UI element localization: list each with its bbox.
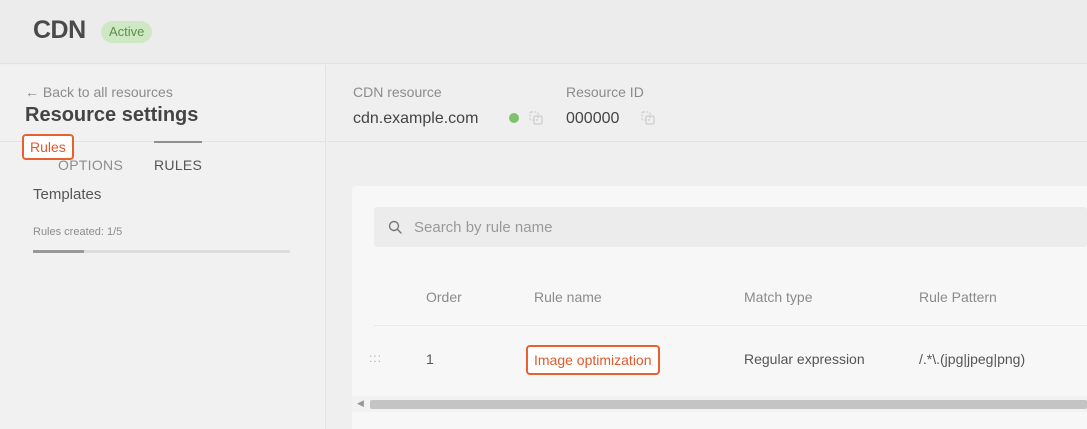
rule-match-type: Regular expression (744, 351, 865, 367)
horizontal-scrollbar[interactable]: ◀ (352, 396, 1087, 412)
drag-handle-icon[interactable]: ::: (369, 351, 382, 365)
status-badge: Active (101, 21, 153, 43)
search-icon (388, 220, 402, 234)
resource-id-value: 000000 (566, 110, 620, 127)
page-title: Resource settings (25, 104, 199, 126)
rules-created-count: Rules created: 1/5 (33, 226, 123, 238)
rule-pattern: /.*\.(jpg|jpeg|png) (919, 351, 1026, 367)
search-box (374, 207, 1087, 247)
rule-order: 1 (426, 351, 434, 367)
app-header: CDN Active (0, 0, 1087, 64)
app-title: CDN (33, 16, 86, 44)
cdn-resource-value: cdn.example.com (353, 110, 479, 127)
sidebar: ← Back to all resources Resource setting… (0, 65, 326, 429)
resource-id-label: Resource ID (566, 84, 644, 100)
column-header-order: Order (426, 289, 462, 305)
search-input[interactable] (414, 207, 1014, 247)
column-header-rule-name: Rule name (534, 289, 602, 305)
scrollbar-thumb[interactable] (370, 400, 1087, 409)
copy-icon[interactable] (641, 111, 655, 125)
rules-panel: Order Rule name Match type Rule Pattern … (352, 186, 1087, 429)
table-header-divider (374, 325, 1087, 326)
rule-name-link[interactable]: Image optimization (526, 345, 660, 375)
column-header-rule-pattern: Rule Pattern (919, 289, 997, 305)
sidebar-item-rules[interactable]: Rules (22, 134, 74, 160)
chevron-left-icon[interactable]: ◀ (357, 398, 364, 409)
back-to-resources-link[interactable]: ← Back to all resources (25, 84, 173, 100)
column-header-match-type: Match type (744, 289, 813, 305)
copy-icon[interactable] (529, 111, 543, 125)
active-tab-indicator (154, 141, 202, 143)
resource-info-bar: CDN resource cdn.example.com Resource ID… (327, 65, 1087, 142)
tab-rules[interactable]: RULES (154, 157, 202, 173)
rules-progress-bar (33, 250, 290, 253)
sidebar-item-templates[interactable]: Templates (33, 186, 101, 203)
resource-status-dot (509, 113, 519, 123)
cdn-resource-label: CDN resource (353, 84, 442, 100)
rules-progress-fill (33, 250, 85, 253)
